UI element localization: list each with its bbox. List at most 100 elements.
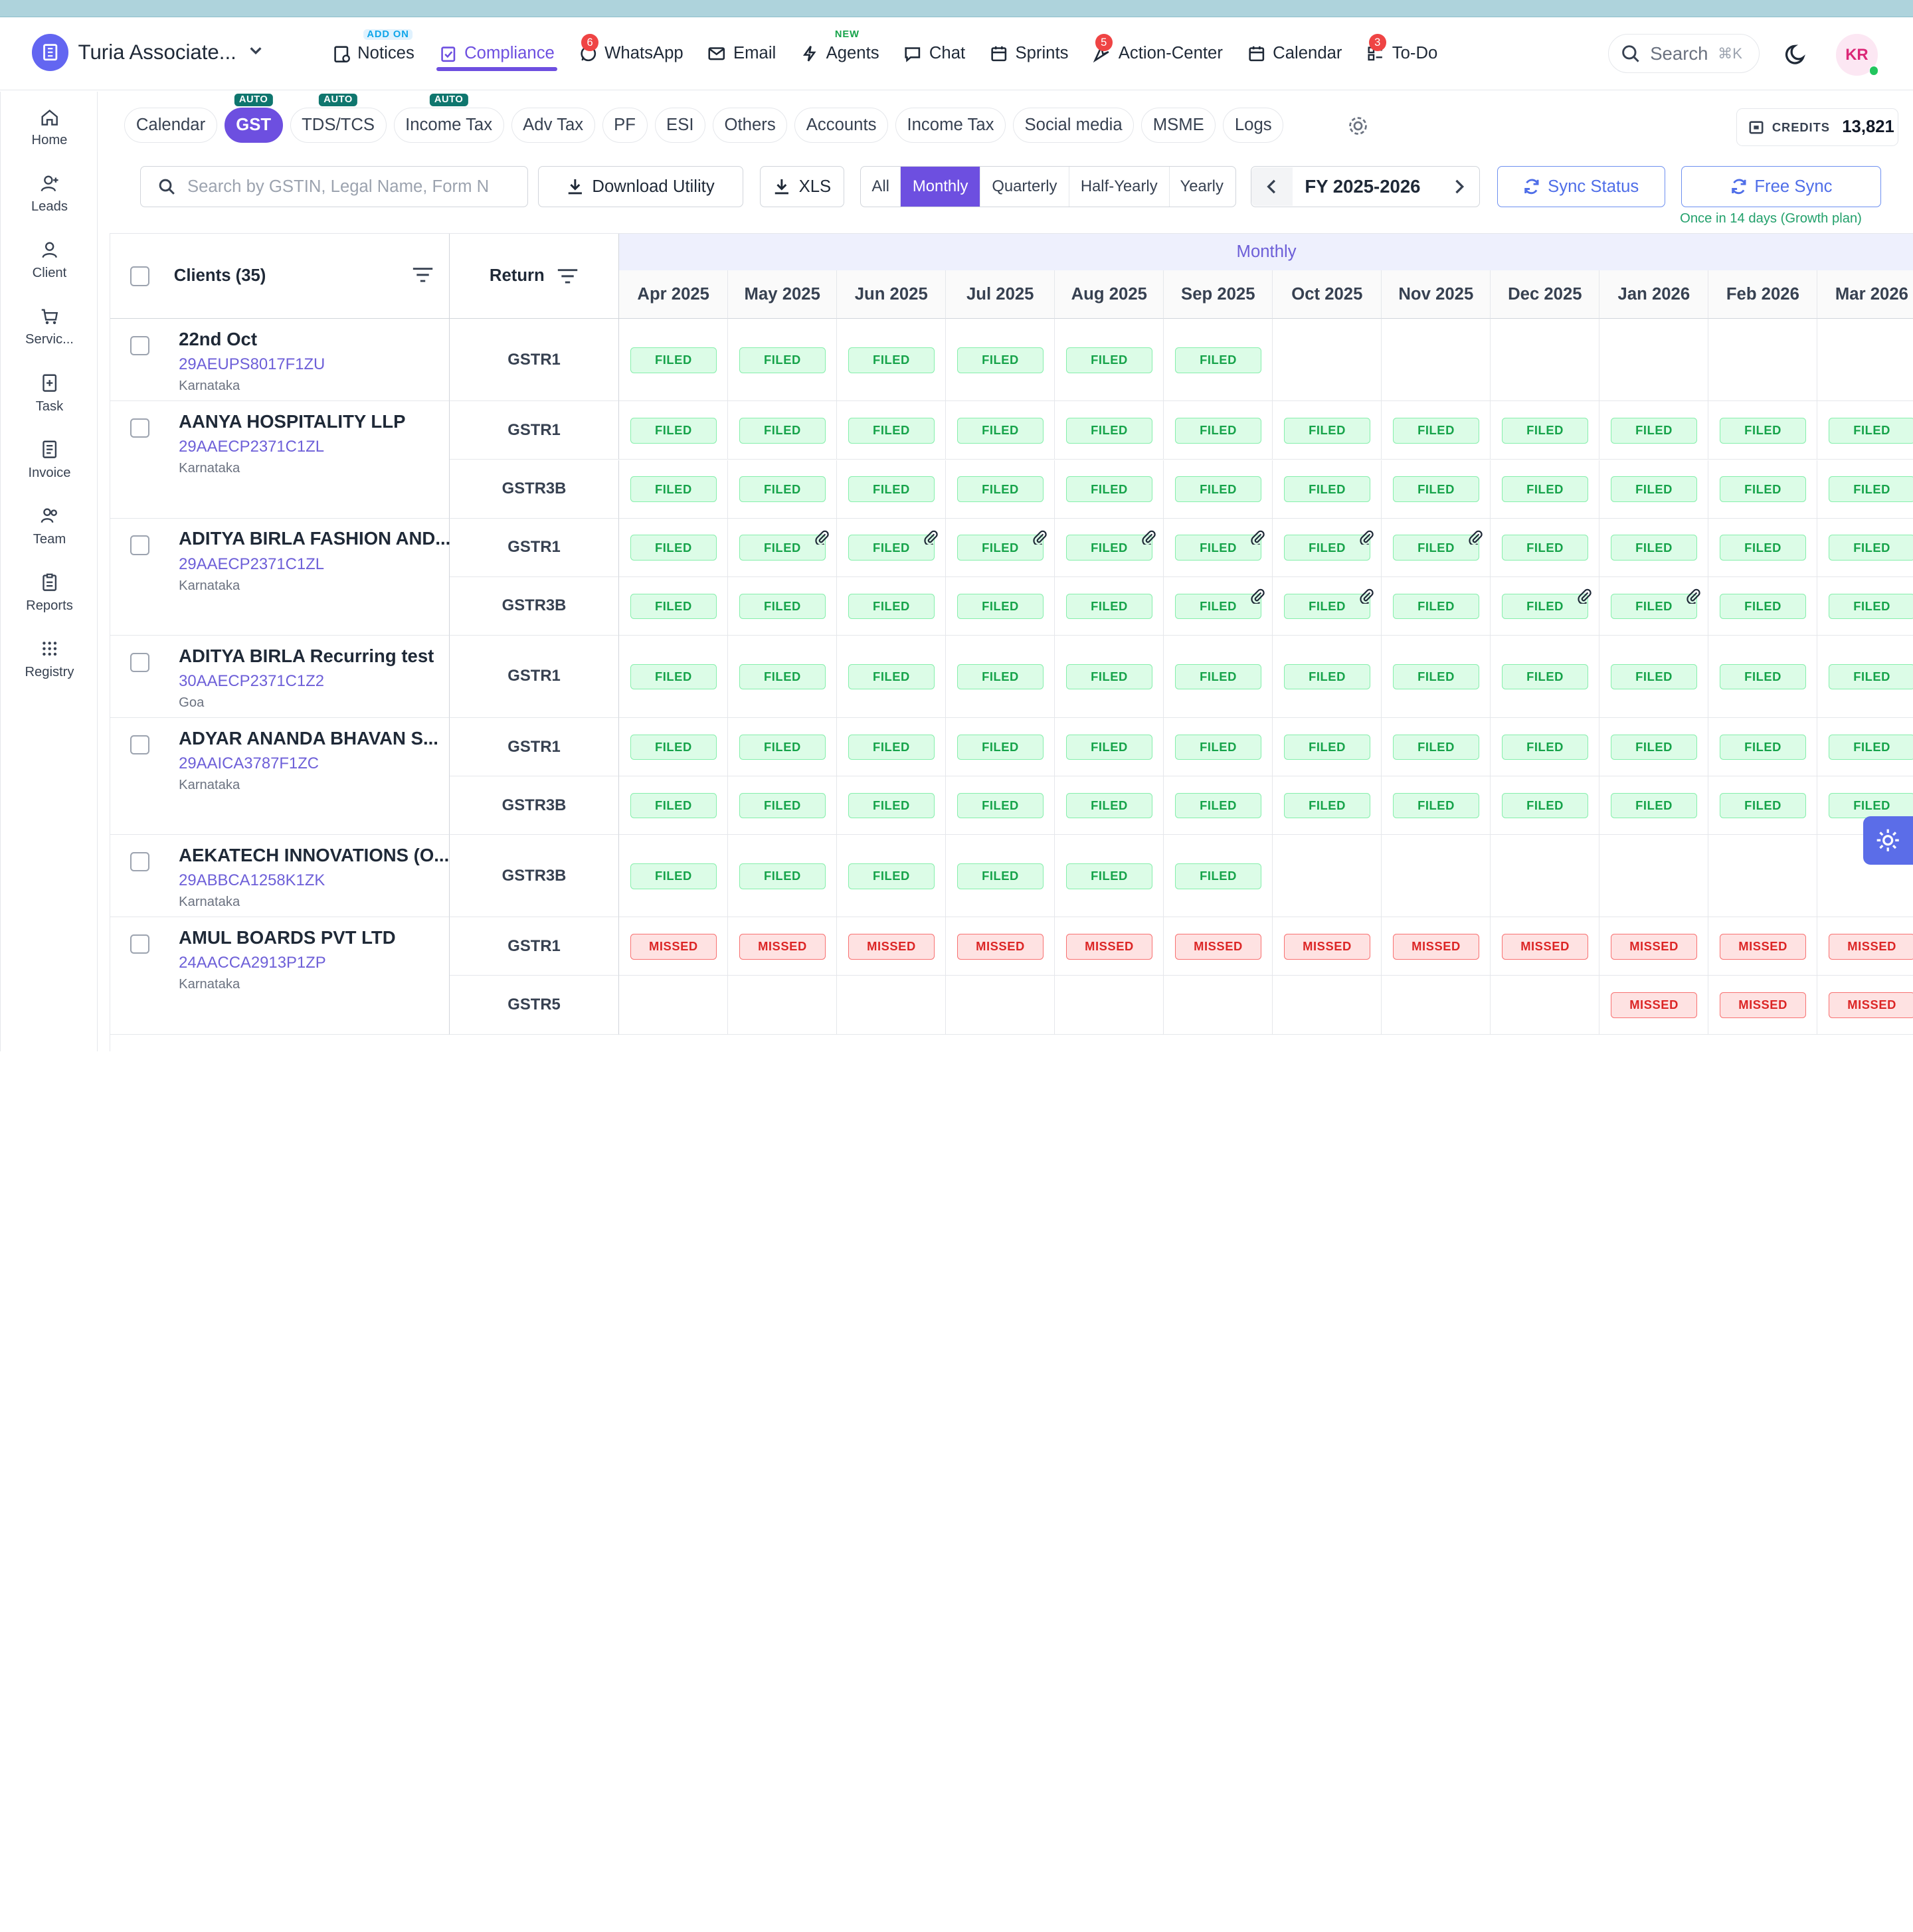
status-cell[interactable]: FILED (837, 401, 947, 460)
status-cell[interactable]: FILED (1055, 576, 1164, 636)
status-cell[interactable]: FILED (946, 635, 1055, 718)
status-cell[interactable]: FILED (1273, 776, 1382, 835)
nav-compliance[interactable]: Compliance (426, 17, 567, 90)
row-checkbox[interactable] (130, 418, 150, 438)
status-cell[interactable]: FILED (619, 518, 729, 577)
status-cell[interactable]: FILED (1599, 776, 1709, 835)
sidebar-item-home[interactable]: Home (1, 108, 98, 149)
status-badge[interactable]: FILED (1501, 734, 1589, 760)
client-gstin[interactable]: 29AAECP2371C1ZL (179, 555, 324, 574)
filter-icon[interactable] (412, 266, 434, 284)
status-badge[interactable]: FILED (1283, 418, 1371, 444)
attachment-icon[interactable] (1032, 527, 1048, 546)
status-badge[interactable]: FILED (956, 663, 1044, 690)
status-badge[interactable]: FILED (1392, 792, 1480, 819)
status-cell[interactable]: FILED (1599, 401, 1709, 460)
tab-logs[interactable]: Logs (1223, 107, 1284, 143)
client-search-input[interactable]: Search by GSTIN, Legal Name, Form N (140, 165, 529, 208)
status-badge[interactable]: MISSED (1174, 934, 1262, 960)
status-cell[interactable]: FILED (1164, 776, 1273, 835)
client-row[interactable]: ADITYA BIRLA FASHION AND... 29AAECP2371C1… (110, 518, 450, 636)
status-badge[interactable]: FILED (1283, 535, 1371, 561)
status-badge[interactable]: MISSED (1392, 934, 1480, 960)
status-badge[interactable]: FILED (1501, 535, 1589, 561)
attachment-icon[interactable] (1358, 527, 1374, 546)
status-cell[interactable]: FILED (1599, 460, 1709, 519)
client-name[interactable]: ADITYA BIRLA FASHION AND... (179, 528, 450, 549)
status-cell[interactable]: FILED (619, 835, 729, 918)
status-badge[interactable]: FILED (1719, 593, 1807, 620)
status-badge[interactable]: FILED (848, 476, 935, 502)
sidebar-item-invoice[interactable]: Invoice (1, 440, 98, 481)
status-badge[interactable]: MISSED (739, 934, 826, 960)
client-name[interactable]: ADYAR ANANDA BHAVAN S... (179, 728, 438, 749)
status-badge[interactable]: FILED (956, 593, 1044, 620)
status-cell[interactable]: FILED (1491, 635, 1600, 718)
status-cell[interactable]: FILED (1055, 460, 1164, 519)
status-cell[interactable]: FILED (837, 319, 947, 402)
status-badge[interactable]: FILED (739, 663, 826, 690)
status-cell[interactable]: FILED (619, 576, 729, 636)
status-badge[interactable]: FILED (1610, 418, 1698, 444)
status-badge[interactable]: FILED (848, 535, 935, 561)
status-cell[interactable]: FILED (1708, 401, 1818, 460)
select-all-checkbox[interactable] (130, 266, 150, 286)
status-badge[interactable]: FILED (1719, 535, 1807, 561)
status-cell[interactable]: FILED (1382, 717, 1491, 777)
nav-notices[interactable]: Notices ADD ON (319, 17, 426, 90)
nav-chat[interactable]: Chat (891, 17, 978, 90)
nav-calendar[interactable]: Calendar (1235, 17, 1354, 90)
client-row[interactable]: AEKATECH INNOVATIONS (O... 29ABBCA1258K1Z… (110, 835, 450, 918)
status-badge[interactable]: FILED (1501, 792, 1589, 819)
status-cell[interactable]: FILED (1817, 718, 1913, 777)
status-cell[interactable]: FILED (1382, 576, 1491, 636)
status-badge[interactable]: FILED (1610, 792, 1698, 819)
status-cell[interactable]: MISSED (619, 917, 729, 976)
period-quarterly[interactable]: Quarterly (980, 166, 1069, 207)
status-badge[interactable]: FILED (1392, 535, 1480, 561)
status-badge[interactable]: FILED (1174, 476, 1262, 502)
period-yearly[interactable]: Yearly (1170, 167, 1234, 207)
status-badge[interactable]: MISSED (1283, 934, 1371, 960)
status-badge[interactable]: FILED (1610, 734, 1698, 760)
status-badge[interactable]: FILED (1392, 418, 1480, 444)
nav-email[interactable]: Email (695, 17, 788, 90)
client-row[interactable]: AMUL BOARDS PVT LTD 24AACCA2913P1ZP Karnat… (110, 917, 450, 1035)
status-cell[interactable]: FILED (619, 776, 729, 835)
client-row[interactable]: AANYA HOSPITALITY LLP 29AAECP2371C1ZL Karn… (110, 401, 450, 519)
status-badge[interactable]: FILED (956, 418, 1044, 444)
row-checkbox[interactable] (130, 934, 150, 954)
status-badge[interactable]: FILED (848, 418, 935, 444)
status-cell[interactable]: FILED (837, 576, 947, 636)
status-badge[interactable]: FILED (1828, 792, 1913, 819)
status-cell[interactable]: FILED (1164, 717, 1273, 777)
status-badge[interactable]: FILED (1065, 418, 1153, 444)
client-gstin[interactable]: 29AEUPS8017F1ZU (179, 355, 325, 374)
status-badge[interactable]: FILED (956, 792, 1044, 819)
tab-esi[interactable]: ESI (654, 107, 705, 143)
row-checkbox[interactable] (130, 735, 150, 755)
status-cell[interactable]: MISSED (1817, 976, 1913, 1035)
status-badge[interactable]: FILED (1828, 734, 1913, 760)
status-badge[interactable]: MISSED (1501, 934, 1589, 960)
status-cell[interactable]: FILED (619, 717, 729, 777)
status-cell[interactable]: MISSED (1055, 917, 1164, 976)
status-cell[interactable]: MISSED (1491, 917, 1600, 976)
status-cell[interactable]: FILED (1273, 401, 1382, 460)
status-badge[interactable]: MISSED (630, 934, 717, 960)
status-cell[interactable]: FILED (728, 319, 838, 402)
status-badge[interactable]: FILED (848, 347, 935, 373)
status-badge[interactable]: FILED (1174, 663, 1262, 690)
status-cell[interactable]: FILED (946, 717, 1055, 777)
sidebar-item-task[interactable]: Task (1, 373, 98, 414)
status-cell[interactable]: FILED (1817, 460, 1913, 519)
client-name[interactable]: AANYA HOSPITALITY LLP (179, 411, 405, 432)
status-badge[interactable]: FILED (1174, 593, 1262, 620)
client-gstin[interactable]: 29AAICA3787F1ZC (179, 754, 319, 773)
status-cell[interactable]: MISSED (1817, 917, 1913, 976)
status-cell[interactable]: MISSED (1273, 917, 1382, 976)
sidebar-item-servic[interactable]: Servic... (1, 307, 98, 348)
status-badge[interactable]: FILED (956, 535, 1044, 561)
status-badge[interactable]: FILED (1283, 476, 1371, 502)
client-gstin[interactable]: 30AAECP2371C1Z2 (179, 672, 324, 691)
